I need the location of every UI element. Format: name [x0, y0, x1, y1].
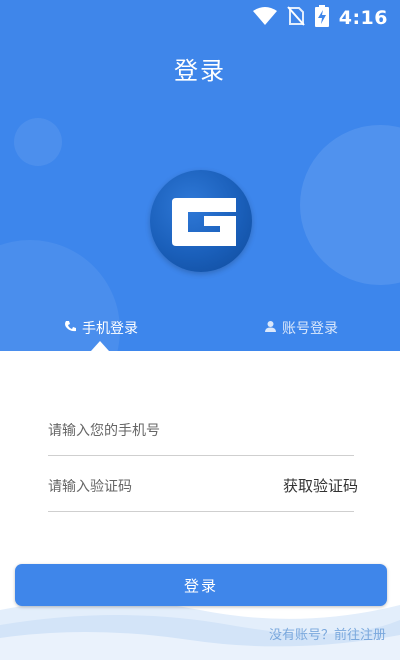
decorative-bubble: [300, 125, 400, 285]
user-icon: [264, 320, 277, 337]
app-logo: [150, 170, 252, 272]
page-title: 登录: [174, 56, 226, 85]
status-bar: 4:16: [0, 0, 400, 36]
tab-phone-login[interactable]: 手机登录: [64, 316, 138, 340]
status-time: 4:16: [338, 7, 388, 29]
battery-charging-icon: [314, 5, 329, 31]
no-sim-icon: [286, 6, 305, 30]
status-icons: 4:16: [252, 5, 388, 31]
header: 登录: [0, 36, 400, 100]
login-button[interactable]: 登录: [15, 564, 387, 606]
hero-banner: 手机登录 账号登录: [0, 100, 400, 351]
phone-input[interactable]: [48, 422, 278, 439]
decorative-bubble: [14, 118, 62, 166]
tab-account-login[interactable]: 账号登录: [264, 316, 338, 340]
register-link[interactable]: 没有账号？前往注册: [269, 624, 386, 643]
tab-account-login-label: 账号登录: [282, 321, 338, 337]
g-logo-icon: [172, 198, 236, 246]
tab-phone-login-label: 手机登录: [82, 321, 138, 337]
verification-code-input[interactable]: [48, 478, 278, 495]
active-tab-indicator: [91, 341, 109, 351]
wifi-icon: [252, 7, 277, 29]
phone-icon: [64, 320, 77, 337]
login-form: 获取验证码: [48, 400, 358, 512]
code-field-row: 获取验证码: [48, 456, 358, 512]
get-code-button[interactable]: 获取验证码: [283, 475, 358, 496]
phone-field-row: [48, 400, 354, 456]
login-tabs: 手机登录 账号登录: [0, 308, 400, 351]
